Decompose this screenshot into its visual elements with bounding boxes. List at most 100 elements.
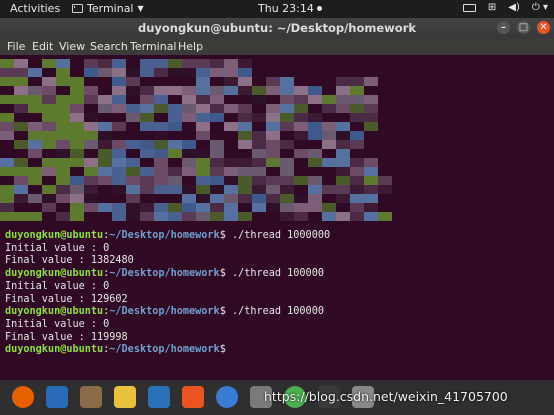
pixel-block xyxy=(224,86,238,95)
pixel-block xyxy=(210,140,224,149)
pixel-block xyxy=(154,86,168,95)
pixel-block xyxy=(224,77,238,86)
pixel-block xyxy=(350,131,364,140)
menu-file[interactable]: File xyxy=(7,40,25,53)
ubuntu-software-icon[interactable] xyxy=(182,386,204,408)
minimize-button[interactable]: – xyxy=(497,21,510,34)
help-icon[interactable] xyxy=(216,386,238,408)
app-menu[interactable]: Terminal ▼ xyxy=(72,2,144,15)
pixel-block xyxy=(168,176,182,185)
pixel-block xyxy=(294,131,308,140)
pixel-block xyxy=(42,104,56,113)
pixel-block xyxy=(42,194,56,203)
pixel-block xyxy=(252,140,266,149)
pixel-block xyxy=(294,104,308,113)
firefox-icon[interactable] xyxy=(12,386,34,408)
rhythmbox-icon[interactable] xyxy=(114,386,136,408)
menu-help[interactable]: Help xyxy=(178,40,203,53)
terminal-view[interactable]: duyongkun@ubuntu:~/Desktop/homework$ ./t… xyxy=(0,55,554,380)
pixel-block xyxy=(210,185,224,194)
close-button[interactable]: ✕ xyxy=(537,21,550,34)
pixel-block xyxy=(112,59,126,68)
pixel-block xyxy=(0,68,14,77)
libreoffice-writer-icon[interactable] xyxy=(148,386,170,408)
pixel-block xyxy=(28,131,42,140)
pixel-block xyxy=(350,167,364,176)
pixel-block xyxy=(56,59,70,68)
pixel-block xyxy=(308,158,322,167)
pixel-block xyxy=(126,185,140,194)
pixel-block xyxy=(98,167,112,176)
pixel-block xyxy=(350,203,364,212)
menu-terminal[interactable]: Terminal xyxy=(130,40,177,53)
pixel-block xyxy=(14,140,28,149)
clock[interactable]: Thu 23:14 xyxy=(258,2,322,15)
system-tray[interactable]: ⊞ ◀) ⏻ ▾ xyxy=(462,2,548,13)
activities-button[interactable]: Activities xyxy=(10,2,60,15)
pixel-block xyxy=(210,176,224,185)
pixel-block xyxy=(42,167,56,176)
pixel-block xyxy=(56,185,70,194)
pixel-block xyxy=(168,140,182,149)
pixel-block xyxy=(336,95,350,104)
notification-dot-icon xyxy=(316,6,322,11)
pixel-block xyxy=(0,212,14,221)
pixel-block xyxy=(336,167,350,176)
pixel-block xyxy=(364,122,378,131)
menu-search[interactable]: Search xyxy=(90,40,128,53)
pixel-block xyxy=(14,95,28,104)
output-line: Initial value : 0 xyxy=(5,318,110,330)
menu-view[interactable]: View xyxy=(59,40,85,53)
pixel-block xyxy=(70,77,84,86)
prompt-line: duyongkun@ubuntu:~/Desktop/homework$ ./t… xyxy=(5,268,330,281)
pixel-block xyxy=(182,212,196,221)
volume-icon[interactable]: ◀) xyxy=(508,2,520,13)
pixel-block xyxy=(70,86,84,95)
pixel-block xyxy=(168,203,182,212)
pixel-block xyxy=(280,140,294,149)
pixel-block xyxy=(336,140,350,149)
pixel-block xyxy=(168,185,182,194)
pixel-block xyxy=(224,176,238,185)
network-icon[interactable]: ⊞ xyxy=(488,2,496,13)
maximize-button[interactable]: □ xyxy=(517,21,530,34)
pixel-block xyxy=(280,203,294,212)
pixel-block xyxy=(140,140,154,149)
pixel-block xyxy=(350,212,364,221)
pixel-block xyxy=(0,122,14,131)
pixel-block xyxy=(308,122,322,131)
pixel-block xyxy=(196,158,210,167)
pixel-block xyxy=(14,167,28,176)
pixel-block xyxy=(196,176,210,185)
keyboard-icon[interactable] xyxy=(462,3,476,12)
pixel-block xyxy=(238,185,252,194)
pixel-block xyxy=(112,158,126,167)
pixel-block xyxy=(56,113,70,122)
pixel-block xyxy=(322,158,336,167)
window-titlebar[interactable]: duyongkun@ubuntu: ~/Desktop/homework – □… xyxy=(0,18,554,38)
pixel-block xyxy=(252,185,266,194)
menu-edit[interactable]: Edit xyxy=(32,40,53,53)
pixel-block xyxy=(350,176,364,185)
pixel-block xyxy=(42,77,56,86)
pixel-block xyxy=(238,113,252,122)
pixel-block xyxy=(112,167,126,176)
pixel-block xyxy=(252,95,266,104)
pixel-block xyxy=(182,203,196,212)
top-bar: Activities Terminal ▼ Thu 23:14 ⊞ ◀) ⏻ ▾ xyxy=(0,0,554,18)
prompt-line: duyongkun@ubuntu:~/Desktop/homework$ ./t… xyxy=(5,230,330,243)
pixel-block xyxy=(42,59,56,68)
pixel-block xyxy=(308,176,322,185)
pixel-block xyxy=(266,203,280,212)
pixel-block xyxy=(42,131,56,140)
pixel-block xyxy=(224,122,238,131)
app-menu-label: Terminal xyxy=(87,2,134,15)
files-icon[interactable] xyxy=(80,386,102,408)
pixel-block xyxy=(140,203,154,212)
thunderbird-icon[interactable] xyxy=(46,386,68,408)
power-icon[interactable]: ⏻ ▾ xyxy=(532,2,548,13)
pixel-block xyxy=(238,77,252,86)
pixel-block xyxy=(196,86,210,95)
pixel-block xyxy=(336,86,350,95)
pixel-block xyxy=(126,203,140,212)
